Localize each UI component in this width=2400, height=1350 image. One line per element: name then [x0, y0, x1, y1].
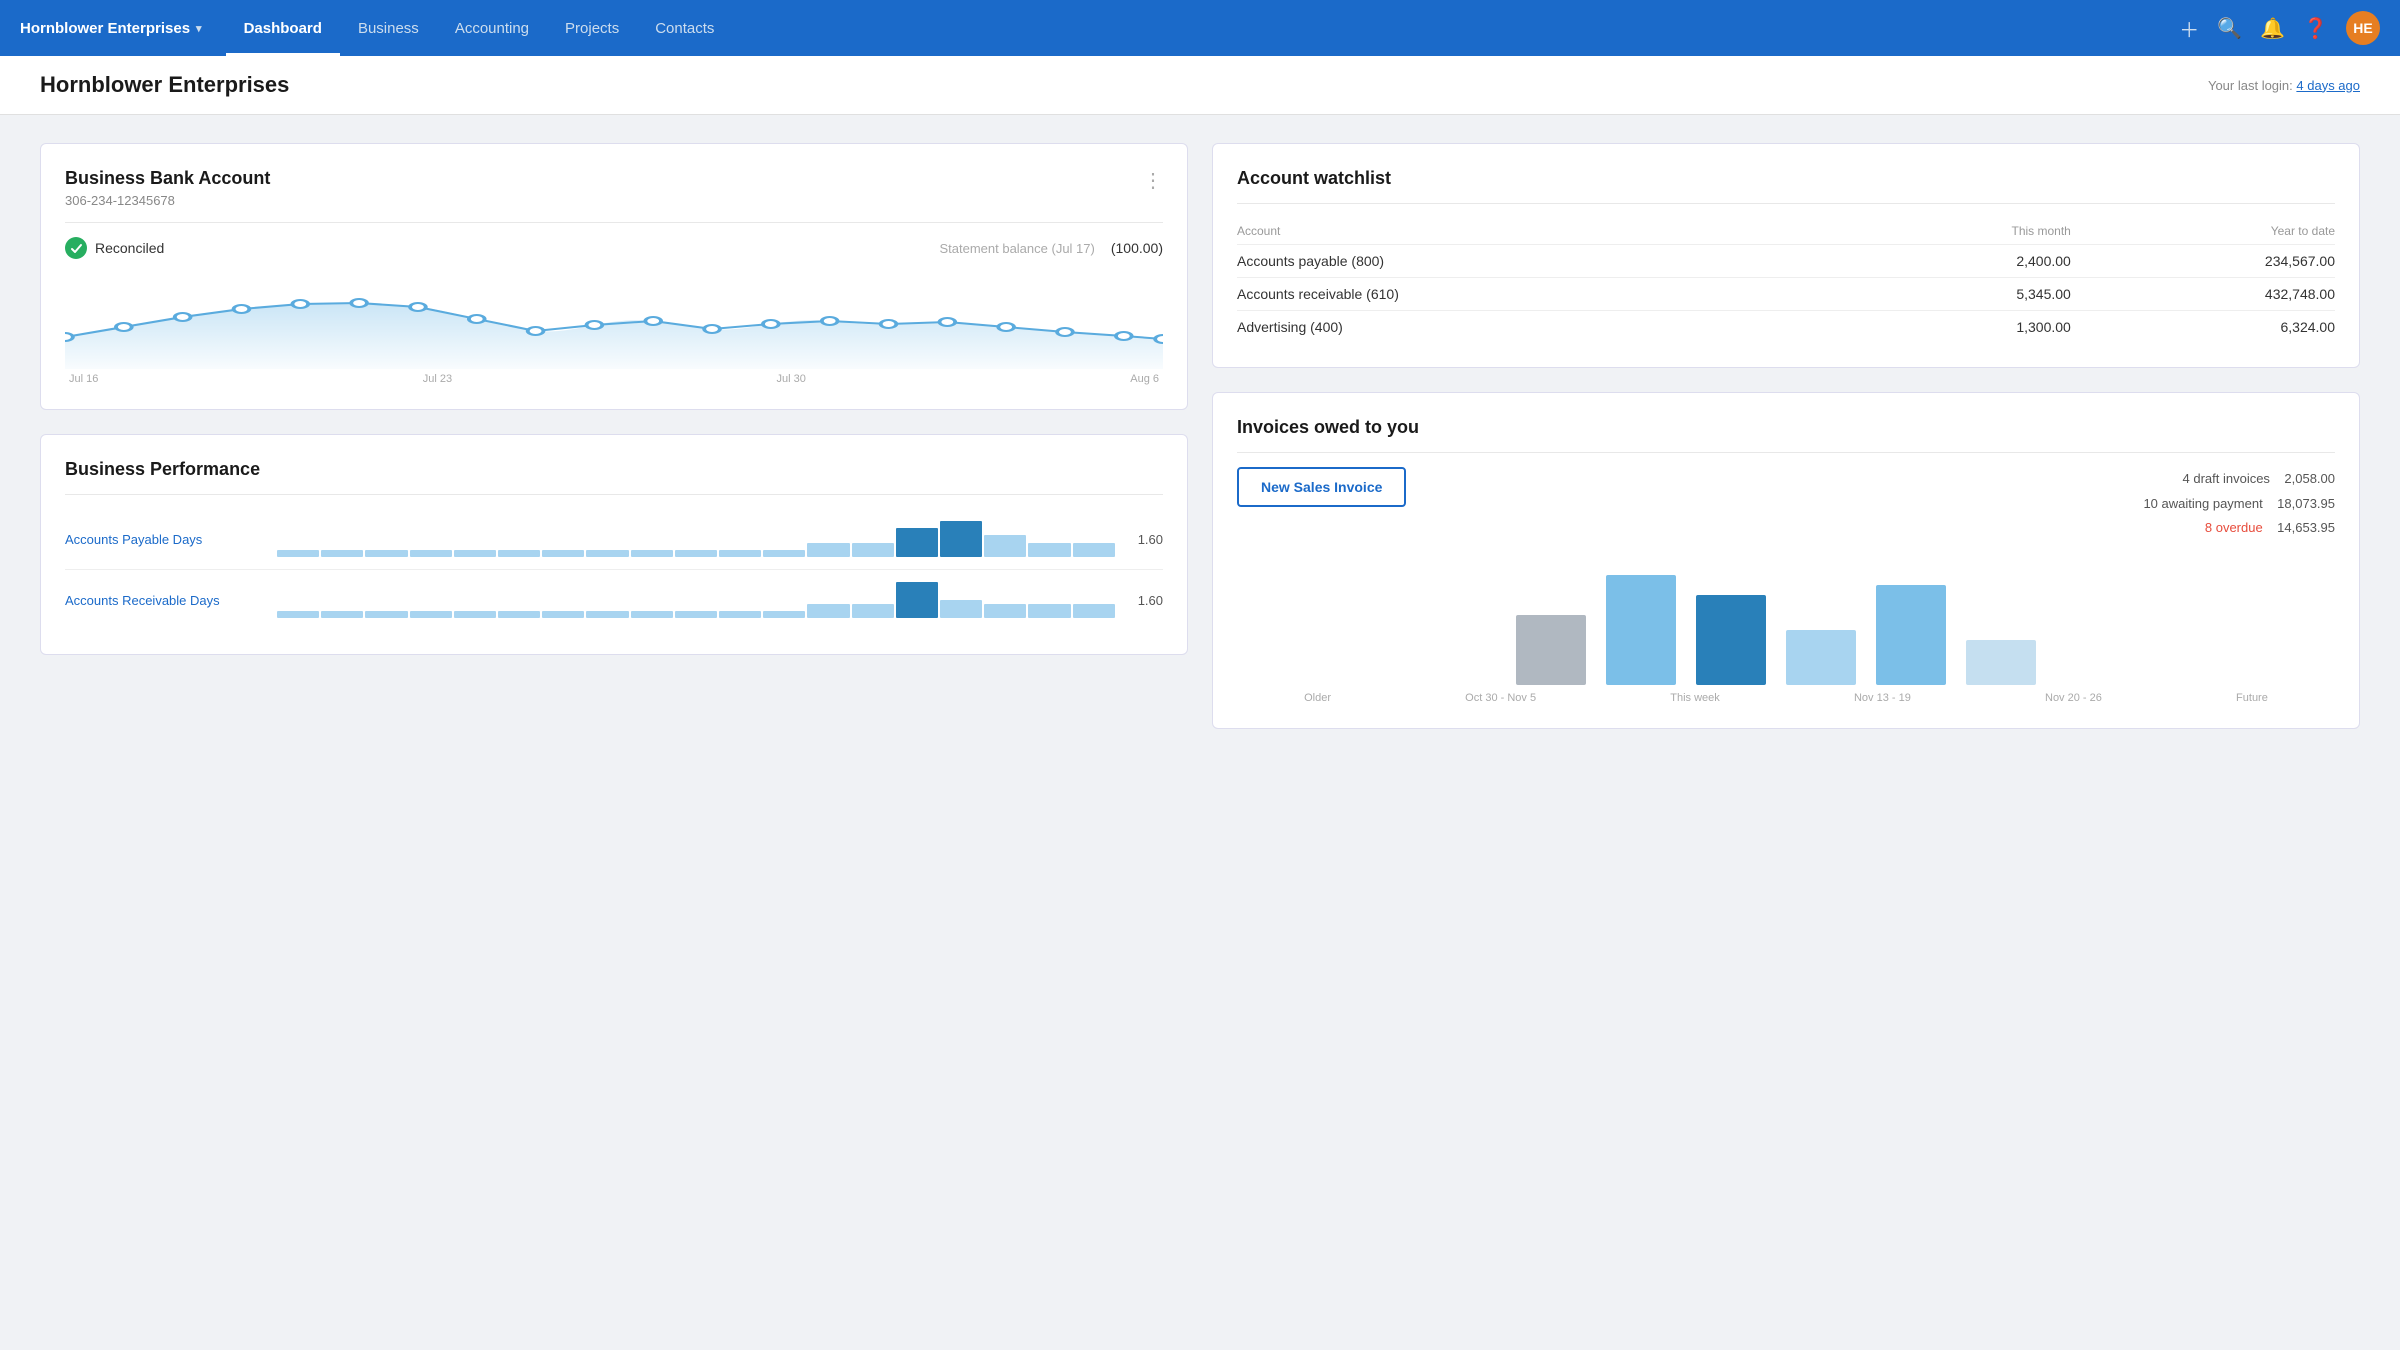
- summary-overdue: 8 overdue 14,653.95: [2143, 516, 2335, 541]
- nav-projects[interactable]: Projects: [547, 0, 637, 56]
- watchlist-account-3: Advertising (400): [1237, 311, 1847, 344]
- table-row: Accounts receivable (610) 5,345.00 432,7…: [1237, 278, 2335, 311]
- reconciled-label: Reconciled: [95, 240, 164, 256]
- watchlist-col-ytd: Year to date: [2071, 218, 2335, 245]
- invoices-title: Invoices owed to you: [1237, 417, 2335, 438]
- bar-label-0: Older: [1304, 692, 1331, 704]
- perf-bars-payable: [277, 521, 1115, 557]
- chart-label-4: Aug 6: [1130, 373, 1159, 385]
- bank-chart-svg: [65, 269, 1163, 369]
- bell-icon[interactable]: 🔔: [2260, 16, 2285, 41]
- new-sales-invoice-button[interactable]: New Sales Invoice: [1237, 467, 1406, 507]
- avatar[interactable]: HE: [2346, 11, 2380, 45]
- summary-draft: 4 draft invoices 2,058.00: [2143, 467, 2335, 492]
- summary-draft-label: 4 draft invoices: [2183, 471, 2270, 486]
- summary-awaiting-amount: 18,073.95: [2277, 496, 2335, 511]
- chart-label-2: Jul 23: [423, 373, 452, 385]
- perf-value-payable: 1.60: [1127, 532, 1163, 547]
- perf-label-payable[interactable]: Accounts Payable Days: [65, 532, 265, 547]
- bar-label-1: Oct 30 - Nov 5: [1465, 692, 1536, 704]
- options-menu-icon[interactable]: ⋮: [1143, 168, 1163, 193]
- add-icon[interactable]: ＋: [2179, 14, 2199, 43]
- watchlist-card: Account watchlist Account This month Yea…: [1212, 143, 2360, 368]
- page-title: Hornblower Enterprises: [40, 72, 289, 98]
- summary-overdue-amount: 14,653.95: [2277, 520, 2335, 535]
- last-login-link[interactable]: 4 days ago: [2296, 78, 2360, 93]
- watchlist-ytd-2: 432,748.00: [2071, 278, 2335, 311]
- chart-labels: Jul 16 Jul 23 Jul 30 Aug 6: [65, 373, 1163, 385]
- invoices-top: New Sales Invoice 4 draft invoices 2,058…: [1237, 467, 2335, 541]
- chart-label-3: Jul 30: [777, 373, 806, 385]
- bank-account-title: Business Bank Account: [65, 168, 270, 189]
- watchlist-month-1: 2,400.00: [1847, 245, 2071, 278]
- perf-label-receivable[interactable]: Accounts Receivable Days: [65, 593, 265, 608]
- nav-business[interactable]: Business: [340, 0, 437, 56]
- perf-row-payable: Accounts Payable Days: [65, 509, 1163, 569]
- performance-title: Business Performance: [65, 459, 1163, 480]
- watchlist-col-this-month: This month: [1847, 218, 2071, 245]
- nav-dashboard[interactable]: Dashboard: [226, 0, 340, 56]
- bank-account-number: 306-234-12345678: [65, 193, 270, 208]
- bank-account-card: Business Bank Account 306-234-12345678 ⋮…: [40, 143, 1188, 410]
- watchlist-account-1: Accounts payable (800): [1237, 245, 1847, 278]
- nav-links: Dashboard Business Accounting Projects C…: [226, 0, 2180, 56]
- last-login-prefix: Your last login:: [2208, 78, 2296, 93]
- brand-name: Hornblower Enterprises: [20, 20, 190, 37]
- bar-label-2: This week: [1670, 692, 1720, 704]
- chart-label-1: Jul 16: [69, 373, 98, 385]
- invoices-card: Invoices owed to you New Sales Invoice 4…: [1212, 392, 2360, 729]
- bar-label-3: Nov 13 - 19: [1854, 692, 1911, 704]
- invoices-chart-svg: [1237, 555, 2335, 685]
- nav-right: ＋ 🔍 🔔 ❓ HE: [2179, 11, 2380, 45]
- help-icon[interactable]: ❓: [2303, 16, 2328, 41]
- bar-label-5: Future: [2236, 692, 2268, 704]
- business-performance-card: Business Performance Accounts Payable Da…: [40, 434, 1188, 655]
- summary-awaiting-label: 10 awaiting payment: [2143, 496, 2262, 511]
- perf-value-receivable: 1.60: [1127, 593, 1163, 608]
- watchlist-ytd-3: 6,324.00: [2071, 311, 2335, 344]
- perf-bars-receivable: [277, 582, 1115, 618]
- perf-row-receivable: Accounts Receivable Days: [65, 569, 1163, 630]
- navigation: Hornblower Enterprises ▾ Dashboard Busin…: [0, 0, 2400, 56]
- balance-amount: (100.00): [1111, 240, 1163, 256]
- watchlist-col-account: Account: [1237, 218, 1847, 245]
- nav-accounting[interactable]: Accounting: [437, 0, 547, 56]
- bar-chart-labels: Older Oct 30 - Nov 5 This week Nov 13 - …: [1237, 692, 2335, 704]
- main-content: Business Bank Account 306-234-12345678 ⋮…: [0, 115, 2400, 757]
- invoices-bar-chart: Older Oct 30 - Nov 5 This week Nov 13 - …: [1237, 555, 2335, 704]
- summary-draft-amount: 2,058.00: [2284, 471, 2335, 486]
- bar-label-4: Nov 20 - 26: [2045, 692, 2102, 704]
- table-row: Accounts payable (800) 2,400.00 234,567.…: [1237, 245, 2335, 278]
- nav-contacts[interactable]: Contacts: [637, 0, 732, 56]
- table-row: Advertising (400) 1,300.00 6,324.00: [1237, 311, 2335, 344]
- watchlist-month-2: 5,345.00: [1847, 278, 2071, 311]
- summary-awaiting: 10 awaiting payment 18,073.95: [2143, 492, 2335, 517]
- last-login: Your last login: 4 days ago: [2208, 78, 2360, 93]
- brand-chevron-icon: ▾: [196, 22, 202, 35]
- watchlist-table: Account This month Year to date Accounts…: [1237, 218, 2335, 343]
- summary-overdue-label: 8 overdue: [2205, 520, 2263, 535]
- watchlist-account-2: Accounts receivable (610): [1237, 278, 1847, 311]
- bank-chart: [65, 269, 1163, 369]
- invoices-summary: 4 draft invoices 2,058.00 10 awaiting pa…: [2143, 467, 2335, 541]
- watchlist-ytd-1: 234,567.00: [2071, 245, 2335, 278]
- statement-label: Statement balance (Jul 17): [939, 241, 1094, 256]
- search-icon[interactable]: 🔍: [2217, 16, 2242, 41]
- brand[interactable]: Hornblower Enterprises ▾: [20, 20, 202, 37]
- check-circle-icon: [65, 237, 87, 259]
- watchlist-title: Account watchlist: [1237, 168, 2335, 189]
- reconciled-row: Reconciled Statement balance (Jul 17) (1…: [65, 237, 1163, 259]
- page-header: Hornblower Enterprises Your last login: …: [0, 56, 2400, 115]
- watchlist-month-3: 1,300.00: [1847, 311, 2071, 344]
